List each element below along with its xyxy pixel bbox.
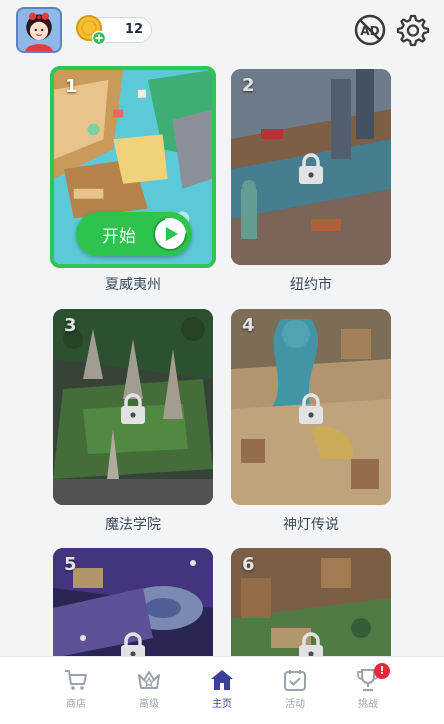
remove-ads-icon[interactable]: AD bbox=[352, 12, 388, 48]
calendar-icon bbox=[284, 670, 306, 691]
level-card-magic-lamp[interactable]: 4 bbox=[231, 309, 391, 505]
start-button-label: 开始 bbox=[102, 227, 136, 247]
nav-label: 商店 bbox=[66, 699, 86, 710]
level-thumbnail-magic-academy bbox=[53, 309, 213, 505]
level-thumbnail-newyork bbox=[231, 69, 391, 265]
nav-item-home[interactable]: 主页 bbox=[192, 665, 252, 717]
level-thumbnail-6 bbox=[231, 548, 391, 656]
level-number: 3 bbox=[64, 315, 77, 336]
avatar[interactable] bbox=[16, 7, 62, 53]
level-thumbnail-magic-lamp bbox=[231, 309, 391, 505]
level-number: 2 bbox=[242, 75, 255, 96]
nav-label: 挑战 bbox=[358, 699, 378, 710]
bottom-nav: 商店 高级 主页 活动 ! 挑战 bbox=[0, 656, 444, 724]
lock-icon bbox=[121, 393, 145, 424]
nav-label: 主页 bbox=[212, 699, 232, 710]
cart-icon bbox=[65, 670, 87, 690]
coin-icon[interactable] bbox=[75, 14, 105, 44]
level-title: 夏威夷州 bbox=[105, 277, 161, 293]
top-bar: 12 AD bbox=[0, 0, 444, 60]
lock-icon bbox=[299, 632, 323, 656]
level-number: 1 bbox=[65, 76, 78, 97]
level-title: 神灯传说 bbox=[283, 517, 339, 533]
level-card-hawaii[interactable]: 1 开始 bbox=[50, 66, 216, 268]
lock-icon bbox=[121, 632, 145, 656]
level-number: 6 bbox=[242, 554, 255, 575]
nav-label: 高级 bbox=[139, 699, 159, 710]
level-card-6[interactable]: 6 bbox=[231, 548, 391, 656]
gear-icon[interactable] bbox=[394, 12, 430, 48]
notification-badge: ! bbox=[374, 663, 390, 679]
level-thumbnail-5 bbox=[53, 548, 213, 656]
avatar-icon bbox=[18, 9, 60, 51]
lock-icon bbox=[299, 153, 323, 184]
nav-item-premium[interactable]: 高级 bbox=[119, 665, 179, 717]
home-icon bbox=[211, 670, 233, 690]
level-card-magic-academy[interactable]: 3 bbox=[53, 309, 213, 505]
play-icon bbox=[153, 217, 187, 251]
nav-item-events[interactable]: 活动 bbox=[265, 665, 325, 717]
level-card-newyork[interactable]: 2 bbox=[231, 69, 391, 265]
nav-item-shop[interactable]: 商店 bbox=[46, 665, 106, 717]
lock-icon bbox=[299, 393, 323, 424]
nav-item-challenge[interactable]: ! 挑战 bbox=[338, 663, 398, 717]
level-card-5[interactable]: 5 bbox=[53, 548, 213, 656]
level-grid: 1 开始 夏威夷州 2 纽约市 3 魔法学院 4 神灯传说 5 6 bbox=[0, 0, 444, 656]
start-button[interactable]: 开始 bbox=[76, 212, 192, 256]
nav-label: 活动 bbox=[285, 699, 305, 710]
level-title: 纽约市 bbox=[290, 277, 332, 293]
crown-icon bbox=[138, 671, 160, 689]
level-number: 4 bbox=[242, 315, 255, 336]
level-number: 5 bbox=[64, 554, 77, 575]
level-title: 魔法学院 bbox=[105, 517, 161, 533]
